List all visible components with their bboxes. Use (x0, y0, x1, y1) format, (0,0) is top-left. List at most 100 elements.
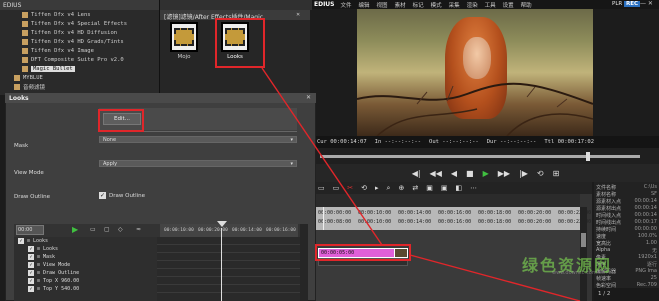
comment-icon[interactable]: ▢ (104, 226, 110, 233)
timeline-tool-button[interactable]: ◧ (455, 184, 462, 192)
expand-icon[interactable]: ⊞ (37, 246, 40, 252)
scrubber-track[interactable] (320, 155, 640, 158)
expand-icon[interactable]: ⊞ (37, 262, 40, 268)
keyframe-icon[interactable]: ◇ (118, 226, 123, 233)
ruler-tick-label: 00:00:20:00 (518, 210, 552, 216)
keyframe-playhead-marker[interactable] (217, 221, 227, 227)
info-value: PNG Ima (635, 268, 657, 274)
kf-param-checkbox[interactable]: ✓ (28, 278, 34, 284)
tree-item[interactable]: Tiffen Dfx v4 Image (0, 46, 159, 55)
timeline-tool-button[interactable]: ⋯ (470, 184, 477, 192)
transport-button[interactable]: ⊞ (553, 169, 560, 178)
rec-label[interactable]: REC (623, 1, 640, 7)
tree-item[interactable]: Tiffen Dfx v4 HD Grads/Tints (0, 37, 159, 46)
expand-icon[interactable]: ⊞ (37, 254, 40, 260)
kf-param-checkbox[interactable]: ✓ (28, 286, 34, 292)
kf-param-row[interactable]: ✓ ⊞ Draw Outline (14, 269, 157, 277)
menu-item[interactable]: 素材 (395, 1, 406, 9)
plr-rec-toggle[interactable]: PLR REC (612, 1, 640, 7)
timeline-tool-button[interactable]: ✂ (347, 184, 353, 192)
menu-item[interactable]: 帮助 (521, 1, 532, 9)
plr-label[interactable]: PLR (612, 1, 622, 7)
scrollbar-thumb[interactable] (581, 233, 586, 247)
expand-icon[interactable]: ⊞ (37, 286, 40, 292)
expand-icon[interactable]: ⊞ (37, 270, 40, 276)
dialog-close-icon[interactable]: ✕ (306, 94, 311, 101)
draw-outline-label: Draw Outline (14, 194, 51, 200)
kf-param-row[interactable]: ✓ ⊞ Looks (14, 237, 157, 245)
timeline-tool-button[interactable]: ▸ (375, 184, 379, 192)
draw-outline-checkbox[interactable]: ✓ Draw Outline (99, 192, 145, 199)
looks-dialog-title: Looks (5, 93, 316, 103)
monitor-icon[interactable]: ▭ (90, 226, 96, 233)
menu-item[interactable]: 渲染 (467, 1, 478, 9)
tree-item[interactable]: 音频滤镜 (0, 82, 159, 91)
scrubber-handle[interactable] (585, 152, 590, 161)
timeline-tool-button[interactable]: ⊕ (398, 184, 404, 192)
bin-header-strip (160, 0, 312, 10)
info-value: 25 (650, 275, 657, 281)
tree-item[interactable]: MYBLUE (0, 73, 159, 82)
kf-param-checkbox[interactable]: ✓ (28, 270, 34, 276)
bin-thumb-mojo[interactable]: Mojo (170, 22, 204, 60)
preview-scrubber[interactable] (312, 148, 659, 164)
program-monitor-preview[interactable] (357, 9, 593, 136)
menu-item[interactable]: 设置 (503, 1, 514, 9)
tree-item[interactable]: Magic Bullet (0, 64, 159, 73)
kf-param-row[interactable]: ✓ ⊞ View Mode (14, 261, 157, 269)
timeline-tool-button[interactable]: ⌕ (387, 184, 391, 193)
keyframe-ruler[interactable]: 00:00:10:00 00:00:20:00 00:00:14:00 00:00:1… (160, 224, 298, 237)
timeline-ruler[interactable]: 00:00:00:00 00:00:10:00 00:00:14:00 00:00:1… (312, 207, 591, 230)
window-controls[interactable]: — ✕ (640, 0, 653, 7)
tree-item[interactable]: DFT Composite Suite Pro v2.0 (0, 55, 159, 64)
view-mode-select[interactable]: Apply ▾ (99, 160, 297, 167)
tree-item[interactable]: Tiffen Dfx v4 Special Effects (0, 19, 159, 28)
play-icon[interactable]: ▶ (72, 225, 78, 234)
kf-param-row[interactable]: ✓ ⊞ Mask (14, 253, 157, 261)
timeline-tool-button[interactable]: ▣ (426, 184, 433, 192)
transport-button[interactable]: ◀ (451, 169, 457, 178)
mask-select[interactable]: None ▾ (99, 136, 297, 143)
transport-button[interactable]: |▶ (519, 169, 528, 178)
menu-item[interactable]: 编辑 (359, 1, 370, 9)
tree-item[interactable]: Tiffen Dfx v4 Lens (0, 10, 159, 19)
expand-icon[interactable]: ⊞ (27, 238, 30, 244)
menu-item[interactable]: 文件 (341, 1, 352, 9)
timeline-tool-button[interactable]: ⟲ (361, 184, 367, 192)
menu-item[interactable]: 模式 (431, 1, 442, 9)
keyframe-time-field[interactable]: 00:00 (16, 225, 44, 235)
timeline-tool-button[interactable]: ▭ (333, 184, 340, 192)
kf-param-row[interactable]: ✓ ⊞ Top X 960.00 (14, 277, 157, 285)
transport-button[interactable]: ◀| (412, 169, 421, 178)
expand-icon[interactable]: ⊞ (37, 278, 40, 284)
transport-button[interactable]: ■ (466, 169, 474, 178)
folder-icon (22, 20, 28, 27)
kf-param-checkbox[interactable]: ✓ (18, 238, 24, 244)
kf-param-checkbox[interactable]: ✓ (28, 246, 34, 252)
kf-param-checkbox[interactable]: ✓ (28, 262, 34, 268)
checkbox-check-icon[interactable]: ✓ (99, 192, 106, 199)
tree-item[interactable]: Tiffen Dfx v4 HD Diffusion (0, 28, 159, 37)
keyframe-playhead[interactable] (221, 228, 222, 301)
menu-item[interactable]: 视图 (377, 1, 388, 9)
kf-track-line (157, 252, 300, 253)
keyframe-scrollbar[interactable] (300, 224, 308, 301)
bin-close-icon[interactable]: ✕ (296, 12, 308, 18)
timeline-tool-button[interactable]: ▣ (441, 184, 448, 192)
transport-button[interactable]: ◀◀ (430, 169, 442, 178)
kf-param-checkbox[interactable]: ✓ (28, 254, 34, 260)
transport-button[interactable]: ⟲ (537, 169, 544, 178)
kf-param-row[interactable]: ✓ ⊞ Looks (14, 245, 157, 253)
kf-param-row[interactable]: ✓ ⊞ Top Y 540.00 (14, 285, 157, 293)
menu-item[interactable]: 采集 (449, 1, 460, 9)
wave-icon[interactable]: ≈ (136, 226, 141, 233)
keyframe-track-area[interactable] (157, 237, 300, 301)
mojo-thumbnail (170, 22, 198, 52)
info-value: 00:00:17 (634, 219, 657, 225)
menu-item[interactable]: 标记 (413, 1, 424, 9)
transport-button[interactable]: ▶ (483, 169, 489, 178)
menu-item[interactable]: 工具 (485, 1, 496, 9)
timeline-tool-button[interactable]: ▭ (318, 184, 325, 192)
transport-button[interactable]: ▶▶ (498, 169, 510, 178)
timeline-tool-button[interactable]: ⇄ (412, 184, 418, 192)
